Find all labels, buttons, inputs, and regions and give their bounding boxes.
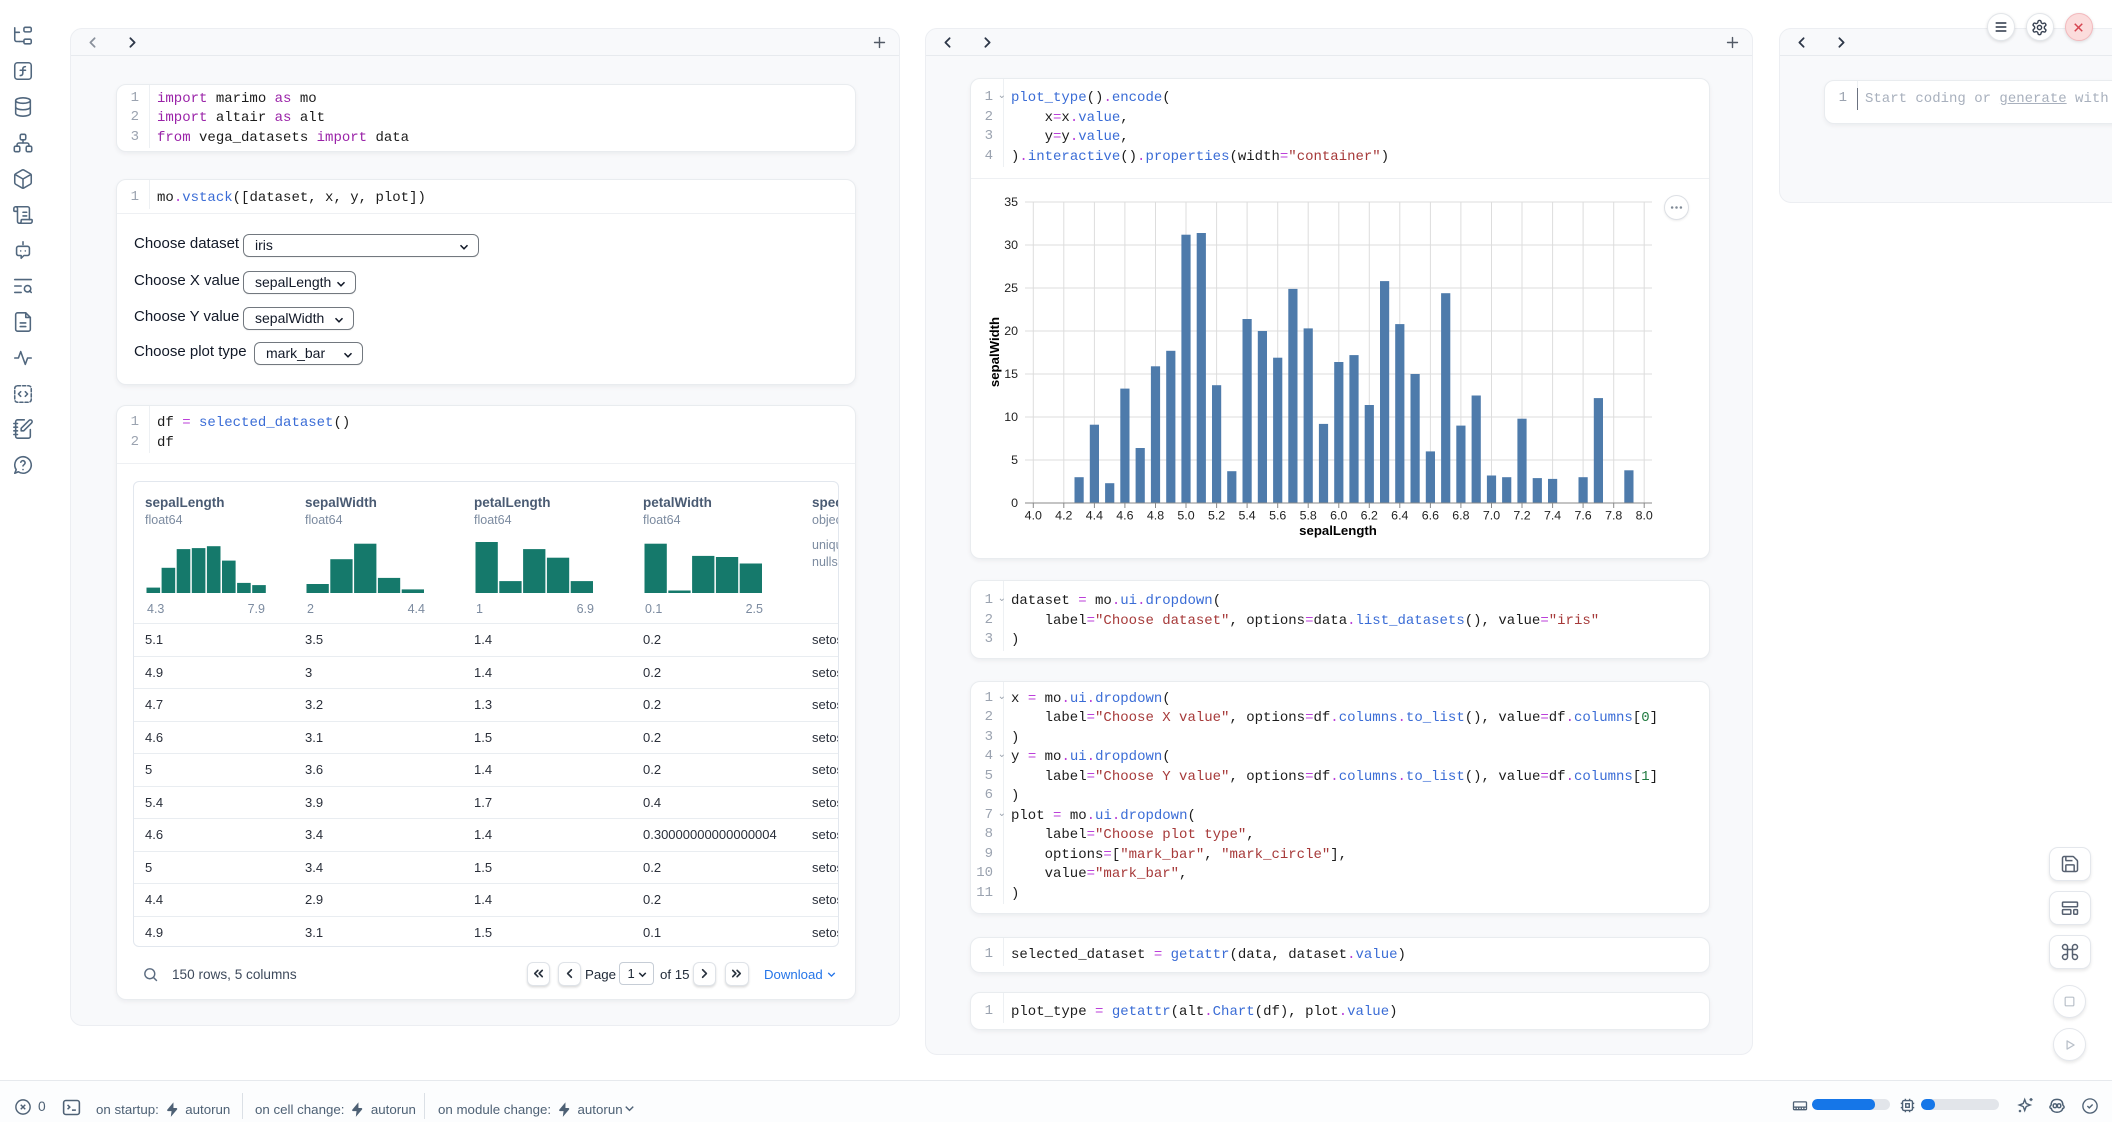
svg-text:6.8: 6.8 — [1452, 509, 1469, 523]
svg-text:10: 10 — [1004, 410, 1018, 424]
svg-text:sepalWidth: sepalWidth — [987, 317, 1002, 387]
svg-text:8.0: 8.0 — [1636, 509, 1653, 523]
svg-text:5.4: 5.4 — [1238, 509, 1255, 523]
svg-text:25: 25 — [1004, 281, 1018, 295]
svg-text:6.6: 6.6 — [1422, 509, 1439, 523]
svg-text:sepalLength: sepalLength — [1299, 523, 1377, 538]
svg-text:5: 5 — [1011, 453, 1018, 467]
svg-text:7.4: 7.4 — [1544, 509, 1561, 523]
svg-text:7.6: 7.6 — [1574, 509, 1591, 523]
svg-text:4.6: 4.6 — [1116, 509, 1133, 523]
svg-text:7.8: 7.8 — [1605, 509, 1622, 523]
svg-text:20: 20 — [1004, 324, 1018, 338]
svg-text:5.6: 5.6 — [1269, 509, 1286, 523]
svg-text:5.8: 5.8 — [1300, 509, 1317, 523]
svg-text:7.2: 7.2 — [1513, 509, 1530, 523]
svg-text:7.0: 7.0 — [1483, 509, 1500, 523]
svg-text:4.4: 4.4 — [1086, 509, 1103, 523]
svg-text:30: 30 — [1004, 238, 1018, 252]
svg-text:4.8: 4.8 — [1147, 509, 1164, 523]
svg-text:5.2: 5.2 — [1208, 509, 1225, 523]
svg-text:35: 35 — [1004, 195, 1018, 209]
svg-text:15: 15 — [1004, 367, 1018, 381]
svg-text:4.0: 4.0 — [1025, 509, 1042, 523]
svg-text:6.4: 6.4 — [1391, 509, 1408, 523]
svg-text:0: 0 — [1011, 496, 1018, 510]
svg-text:6.0: 6.0 — [1330, 509, 1347, 523]
svg-text:6.2: 6.2 — [1361, 509, 1378, 523]
svg-text:4.2: 4.2 — [1055, 509, 1072, 523]
svg-text:5.0: 5.0 — [1177, 509, 1194, 523]
